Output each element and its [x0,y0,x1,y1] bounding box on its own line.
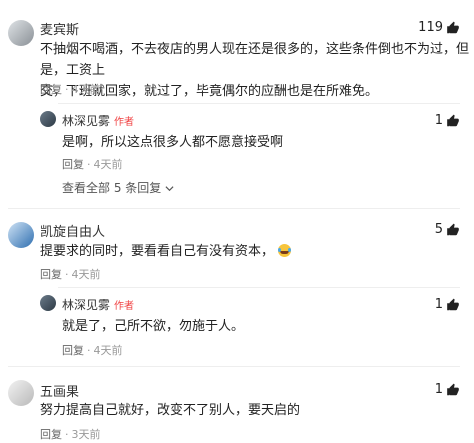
comment-meta: 回复 · 4天前 [40,83,101,96]
thumbs-up-icon [447,114,459,126]
chevron-down-icon [165,186,174,192]
divider [58,103,460,104]
reply-button[interactable]: 回复 [62,344,84,357]
timestamp: 4天前 [93,344,123,357]
thumbs-up-icon [447,298,459,310]
like-count: 1 [434,297,443,312]
like-button[interactable]: 5 [435,222,460,237]
author-badge: 作者 [114,117,135,128]
like-button[interactable]: 1 [435,297,460,312]
reply-author[interactable]: 林深见雾 作者 [62,296,134,313]
reply-text: 就是了，己所不欲，勿施于人。 [62,319,245,334]
avatar[interactable] [8,380,34,406]
divider [8,366,460,367]
reply-meta: 回复 · 4天前 [62,344,123,357]
like-count: 1 [434,382,443,397]
divider [8,208,460,209]
reply-author[interactable]: 林深见雾 作者 [62,112,134,129]
comment-author[interactable]: 凯旋自由人 [40,221,105,240]
reply-button[interactable]: 回复 [62,158,84,171]
comment-text: 努力提高自己就好，改变不了别人，要天启的 [40,403,301,418]
timestamp: 3天前 [71,428,101,441]
avatar[interactable] [40,295,56,311]
reply-button[interactable]: 回复 [40,268,62,281]
comment-author[interactable]: 五画果 [40,381,79,400]
reply-meta: 回复 · 4天前 [62,158,123,171]
avatar[interactable] [40,111,56,127]
thumbs-up-icon [447,21,459,33]
view-all-replies-link[interactable]: 查看全部 5 条回复 [62,179,174,196]
avatar[interactable] [8,222,34,248]
timestamp: 4天前 [71,268,101,281]
like-button[interactable]: 1 [435,382,460,397]
comment-text: 提要求的同时，要看看自己有没有资本， [40,241,292,262]
author-badge: 作者 [114,301,135,312]
like-count: 1 [434,113,443,128]
reply-button[interactable]: 回复 [40,83,62,96]
laughing-tears-emoji-icon [278,244,292,257]
thumbs-up-icon [447,383,459,395]
avatar[interactable] [8,20,34,46]
reply-button[interactable]: 回复 [40,428,62,441]
like-count: 5 [434,222,443,237]
thumbs-up-icon [447,223,459,235]
timestamp: 4天前 [93,158,123,171]
timestamp: 4天前 [71,83,101,96]
like-button[interactable]: 1 [435,113,460,128]
comment-text: 不抽烟不喝酒，不去夜店的男人现在还是很多的，这些条件倒也不为过，但是，工资上 交… [40,42,470,99]
like-button[interactable]: 119 [418,20,460,35]
comment-meta: 回复 · 4天前 [40,268,101,281]
comment-meta: 回复 · 3天前 [40,428,101,441]
reply-text: 是啊，所以这点很多人都不愿意接受啊 [62,135,284,150]
divider [58,287,460,288]
like-count: 119 [418,20,443,35]
comment-author[interactable]: 麦宾斯 [40,19,79,38]
